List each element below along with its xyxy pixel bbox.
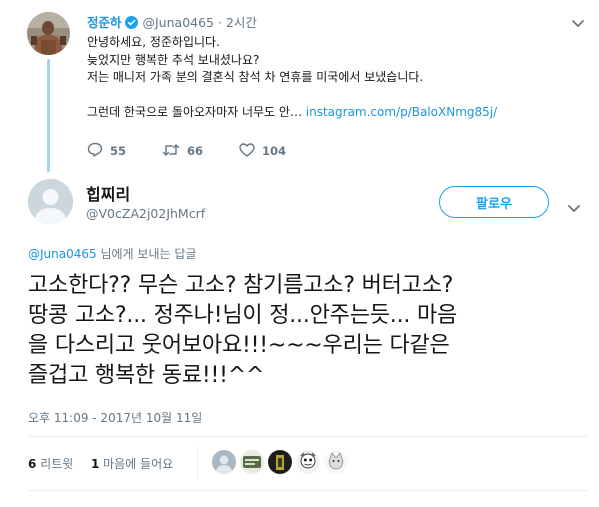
- tweet-timestamp[interactable]: 오후 11:09 - 2017년 10월 11일: [28, 409, 202, 426]
- tweet-text-line: 즐겁고 행복한 동료!!!^^: [28, 363, 265, 388]
- retweet-icon: [162, 143, 187, 160]
- parent-tweet-time[interactable]: 2시간: [226, 15, 257, 30]
- tweet-text-line: 땅콩 고소?... 정주나!님이 정...안주는듯... 마음: [28, 303, 458, 328]
- liker-avatar[interactable]: [212, 450, 236, 474]
- liker-avatar[interactable]: [240, 450, 264, 474]
- tweet-text-line: 을 다스리고 웃어보아요!!!~~~우리는 다같은: [28, 333, 450, 358]
- liker-avatar[interactable]: [268, 450, 292, 474]
- tweet-stats: 6 리트윗 1 마음에 들어요: [28, 455, 173, 472]
- reply-icon: [87, 142, 110, 160]
- main-author-handle[interactable]: @V0cZA2j02JhMcrf: [86, 206, 205, 221]
- parent-tweet-actions: 55 66 104: [87, 142, 322, 160]
- parent-tweet[interactable]: 정준하 @Juna0465 · 2시간 안녕하세요, 정준하입니다. 늦었지만 …: [0, 0, 599, 172]
- like-stat-label: 마음에 들어요: [99, 457, 174, 471]
- reply-context: @Juna0465 님에게 보내는 답글: [28, 245, 196, 262]
- main-author-avatar[interactable]: [28, 179, 73, 224]
- instagram-link[interactable]: instagram.com/p/BaloXNmg85j/: [306, 105, 497, 119]
- header-separator: ·: [218, 15, 222, 30]
- parent-author-handle[interactable]: @Juna0465: [143, 15, 215, 30]
- like-count: 104: [262, 144, 287, 158]
- parent-author-name[interactable]: 정준하: [87, 15, 122, 30]
- chevron-down-icon[interactable]: [571, 14, 585, 28]
- parent-body-line: 늦었지만 행복한 추석 보내셨나요?: [87, 52, 260, 67]
- retweet-count: 66: [187, 144, 204, 158]
- main-tweet-text: 고소한다?? 무슨 고소? 참기름고소? 버터고소? 땅콩 고소?... 정주나…: [28, 271, 588, 391]
- stats-divider: [197, 446, 198, 480]
- parent-author-avatar[interactable]: [27, 12, 70, 55]
- liker-avatar[interactable]: [296, 450, 320, 474]
- reply-context-text: 님에게 보내는 답글: [96, 247, 197, 261]
- retweet-stat[interactable]: 6 리트윗: [28, 457, 73, 471]
- liker-avatar[interactable]: [324, 450, 348, 474]
- reply-button[interactable]: 55: [87, 142, 126, 160]
- retweet-stat-label: 리트윗: [36, 457, 74, 471]
- parent-body-last-line: 그런데 한국으로 돌아오자마자 너무도 안… instagram.com/p/B…: [87, 104, 592, 122]
- parent-tweet-body: 안녕하세요, 정준하입니다. 늦었지만 행복한 추석 보내셨나요? 저는 매니저…: [87, 34, 592, 121]
- divider: [28, 436, 588, 437]
- parent-body-line: 안녕하세요, 정준하입니다.: [87, 35, 220, 49]
- follow-button[interactable]: 팔로우: [439, 186, 549, 218]
- main-author-name[interactable]: 힙찌리: [86, 181, 130, 205]
- chevron-down-icon[interactable]: [567, 199, 581, 218]
- parent-body-line: 저는 매니저 가족 분의 결혼식 참석 차 연휴를 미국에서 보냈습니다.: [87, 70, 424, 84]
- parent-tweet-header: 정준하 @Juna0465 · 2시간: [87, 12, 257, 32]
- retweet-button[interactable]: 66: [162, 143, 203, 160]
- like-stat[interactable]: 1 마음에 들어요: [91, 457, 173, 471]
- divider: [28, 490, 588, 491]
- parent-body-truncated-text: 그런데 한국으로 돌아오자마자 너무도 안…: [87, 104, 306, 119]
- tweet-text-line: 고소한다?? 무슨 고소? 참기름고소? 버터고소?: [28, 273, 454, 298]
- body-spacer: [87, 87, 592, 104]
- like-icon: [239, 142, 262, 160]
- thread-connector-line: [47, 59, 50, 172]
- like-button[interactable]: 104: [239, 142, 287, 160]
- reply-count: 55: [110, 144, 127, 158]
- verified-badge-icon: [124, 16, 138, 32]
- reply-mention-link[interactable]: @Juna0465: [28, 247, 97, 261]
